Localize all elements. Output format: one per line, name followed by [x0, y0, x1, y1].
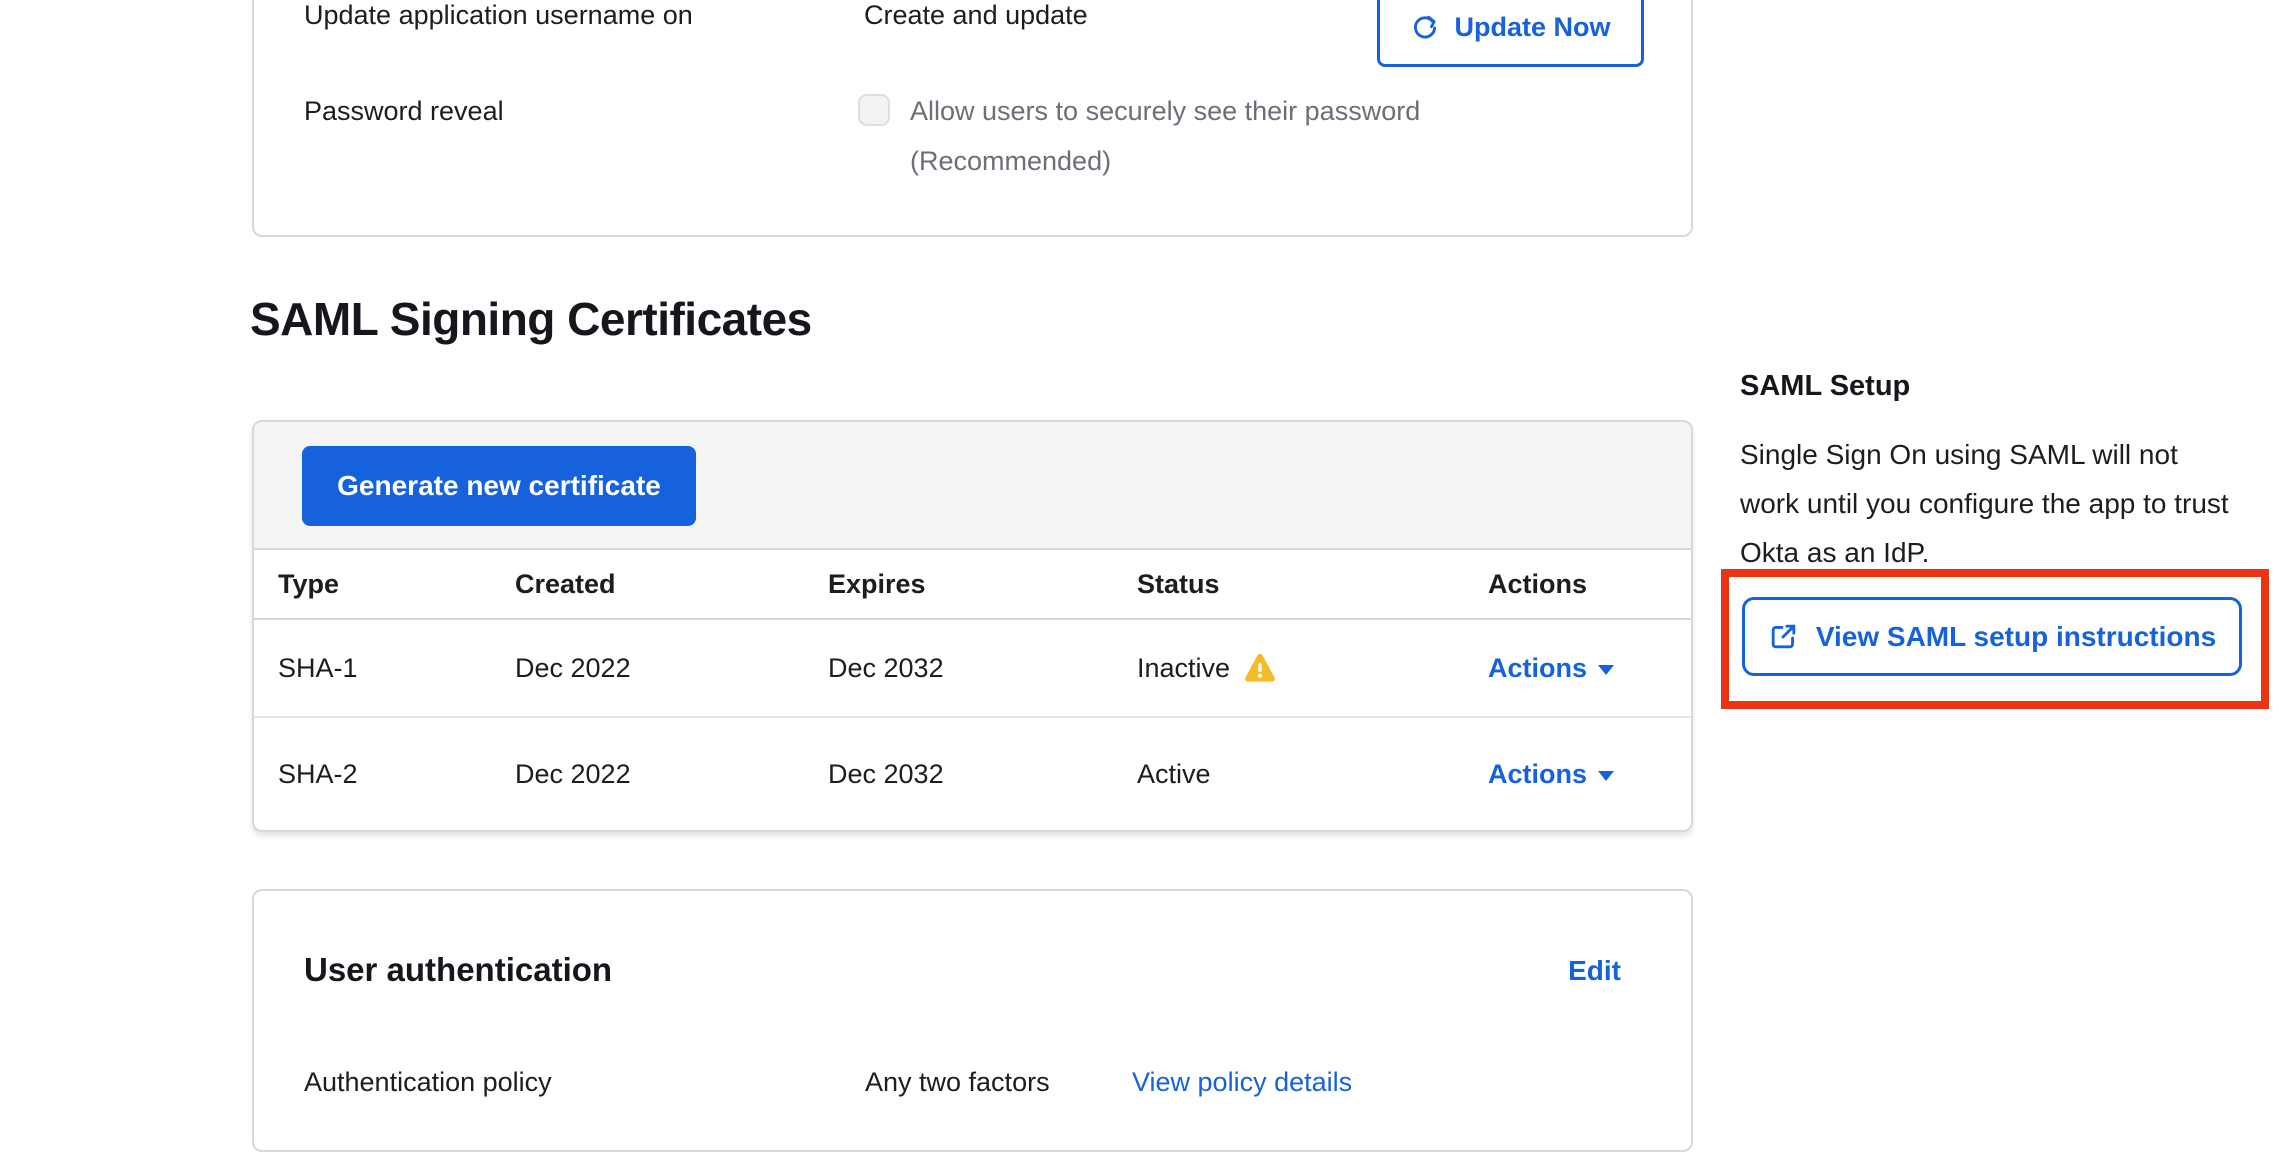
- cert-actions-cell: Actions: [1464, 759, 1691, 790]
- cert-expires: Dec 2032: [804, 759, 1113, 790]
- password-reveal-checkbox-label: Allow users to securely see their passwo…: [910, 86, 1510, 186]
- cert-actions-cell: Actions: [1464, 653, 1691, 684]
- actions-dropdown[interactable]: Actions: [1488, 653, 1614, 684]
- column-header-status: Status: [1113, 569, 1464, 600]
- cert-status: Active: [1113, 759, 1464, 790]
- certificates-toolbar: Generate new certificate: [254, 422, 1691, 550]
- column-header-created: Created: [491, 569, 804, 600]
- external-link-icon: [1768, 621, 1799, 652]
- saml-setup-heading: SAML Setup: [1740, 370, 1910, 403]
- app-settings-card: Update application username on Create an…: [252, 0, 1693, 237]
- status-text: Inactive: [1137, 653, 1230, 684]
- password-reveal-label: Password reveal: [304, 96, 504, 127]
- actions-label: Actions: [1488, 759, 1587, 790]
- column-header-actions: Actions: [1464, 569, 1691, 600]
- saml-setup-description: Single Sign On using SAML will not work …: [1740, 430, 2240, 577]
- certificates-panel: Generate new certificate Type Created Ex…: [252, 420, 1693, 832]
- actions-label: Actions: [1488, 653, 1587, 684]
- cert-created: Dec 2022: [491, 653, 804, 684]
- cert-status: Inactive: [1113, 651, 1464, 685]
- table-row-sha1: SHA-1 Dec 2022 Dec 2032 Inactive Actions: [254, 620, 1691, 718]
- generate-new-certificate-button[interactable]: Generate new certificate: [302, 446, 696, 526]
- username-update-value: Create and update: [864, 0, 1088, 31]
- column-header-expires: Expires: [804, 569, 1113, 600]
- cert-type: SHA-1: [254, 653, 491, 684]
- certificates-table-header: Type Created Expires Status Actions: [254, 550, 1691, 620]
- user-authentication-heading: User authentication: [304, 951, 612, 989]
- user-authentication-card: User authentication Edit Authentication …: [252, 889, 1693, 1152]
- update-now-button[interactable]: Update Now: [1377, 0, 1644, 67]
- refresh-icon: [1410, 13, 1440, 43]
- cert-type: SHA-2: [254, 759, 491, 790]
- view-saml-setup-instructions-button[interactable]: View SAML setup instructions: [1742, 597, 2242, 676]
- cert-expires: Dec 2032: [804, 653, 1113, 684]
- actions-dropdown[interactable]: Actions: [1488, 759, 1614, 790]
- caret-down-icon: [1598, 665, 1614, 675]
- edit-link[interactable]: Edit: [1568, 955, 1621, 987]
- cert-created: Dec 2022: [491, 759, 804, 790]
- page-title-saml-signing-certificates: SAML Signing Certificates: [250, 292, 812, 346]
- status-text: Active: [1137, 759, 1211, 790]
- authentication-policy-value: Any two factors: [865, 1067, 1050, 1098]
- view-saml-label: View SAML setup instructions: [1816, 621, 2216, 653]
- authentication-policy-label: Authentication policy: [304, 1067, 552, 1098]
- warning-icon: [1243, 651, 1277, 685]
- password-reveal-checkbox[interactable]: [858, 94, 890, 126]
- view-policy-details-link[interactable]: View policy details: [1132, 1067, 1352, 1098]
- table-row-sha2: SHA-2 Dec 2022 Dec 2032 Active Actions: [254, 718, 1691, 830]
- update-now-label: Update Now: [1454, 12, 1610, 43]
- caret-down-icon: [1598, 771, 1614, 781]
- username-update-label: Update application username on: [304, 0, 693, 31]
- column-header-type: Type: [254, 569, 491, 600]
